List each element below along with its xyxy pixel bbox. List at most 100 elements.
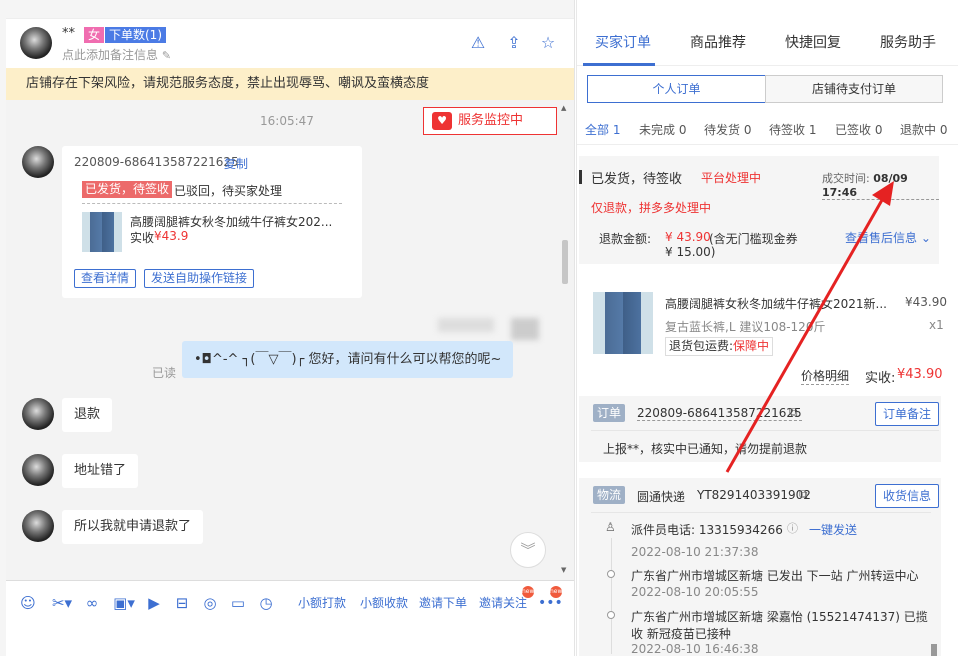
invite-order-link[interactable]: 邀请下单 (419, 594, 467, 611)
send-phone-link[interactable]: 一键发送 (809, 521, 857, 538)
folder-icon[interactable]: ▭ (228, 593, 248, 613)
paid-label: 实收: (865, 371, 896, 386)
status-note: 已驳回，待买家处理 (174, 184, 283, 198)
scroll-up-icon[interactable]: ▲ (561, 104, 566, 112)
link-icon[interactable]: ∞ (82, 593, 102, 613)
product-name: 高腰阔腿裤女秋冬加绒牛仔裤女2021新... (665, 297, 887, 311)
emoji-icon[interactable]: ☺ (18, 593, 38, 613)
deal-time-label: 成交时间: (822, 172, 874, 185)
order-panel: 买家订单 商品推荐 快捷回复 服务助手 个人订单 店铺待支付订单 全部 1 未完… (576, 0, 958, 656)
paid-value: ¥43.9 (154, 229, 189, 243)
small-collect-link[interactable]: 小额收款 (360, 594, 408, 611)
gender-tag: 女 (84, 27, 105, 43)
share-icon[interactable]: ⇪ (504, 33, 524, 53)
avatar[interactable] (22, 146, 54, 178)
scissors-icon[interactable]: ✂▾ (48, 593, 76, 613)
order-status: 已发货，待签收 (591, 172, 683, 187)
copy-link[interactable]: 复制 (224, 155, 248, 172)
chat-scrollbar[interactable]: ▲ ▼ (558, 104, 570, 576)
tab-product-recommend[interactable]: 商品推荐 (690, 18, 746, 66)
avatar[interactable] (22, 510, 54, 542)
price-detail-link[interactable]: 价格明细 (801, 367, 850, 385)
event-time: 2022-08-10 21:37:38 (631, 545, 759, 559)
product-box: 高腰阔腿裤女秋冬加绒牛仔裤女2021新... ¥43.90 复古蓝长裤,L 建议… (579, 278, 947, 390)
filter-to-ship[interactable]: 待发货 0 (704, 121, 751, 138)
avatar[interactable] (22, 454, 54, 486)
filter-signed[interactable]: 已签收 0 (835, 121, 882, 138)
status-marker (579, 170, 582, 184)
scroll-down-icon[interactable]: ︾ (510, 532, 546, 568)
courier-company: 圆通快递 (637, 490, 686, 504)
service-monitor-badge[interactable]: ♥ 服务监控中 (423, 107, 557, 135)
avatar[interactable] (22, 398, 54, 430)
order-count-tag: 下单数(1) (105, 27, 166, 43)
remark-input[interactable]: 点此添加备注信息 ✎ (62, 46, 171, 63)
heart-icon: ♥ (432, 112, 452, 130)
filter-unfinished[interactable]: 未完成 0 (639, 121, 686, 138)
chat-header: ** 女 下单数(1) 点此添加备注信息 ✎ ⚠ ⇪ ☆ (6, 18, 574, 68)
filter-all[interactable]: 全部 1 (585, 121, 620, 138)
pending-payment-button[interactable]: 店铺待支付订单 (765, 75, 943, 103)
paid-value: ¥43.90 (897, 367, 943, 382)
video-icon[interactable]: ▶ (144, 593, 164, 613)
view-detail-button[interactable]: 查看详情 (74, 269, 136, 288)
order-note: 上报**，核实中已通知，请勿提前退款 (603, 442, 808, 456)
event-text: 广东省广州市增城区新塘 梁嘉怡 (15521474137) 已揽 (631, 610, 928, 624)
tab-quick-reply[interactable]: 快捷回复 (785, 18, 841, 66)
event-text: 广东省广州市增城区新塘 已发出 下一站 广州转运中心 (631, 569, 919, 583)
star-icon[interactable]: ☆ (538, 33, 558, 53)
alert-icon[interactable]: ⚠ (468, 33, 488, 53)
scrollbar-thumb[interactable] (562, 240, 568, 284)
order-status-box: 已发货，待签收 平台处理中 成交时间: 08/09 17:46 仅退款，拼多多处… (579, 156, 939, 264)
tab-buyer-orders[interactable]: 买家订单 (595, 18, 651, 66)
incoming-message: 地址错了 (62, 454, 139, 488)
order-note-button[interactable]: 订单备注 (875, 402, 939, 426)
order-type-switch: 个人订单 店铺待支付订单 (587, 75, 944, 103)
small-payment-link[interactable]: 小额打款 (298, 594, 346, 611)
filter-to-sign[interactable]: 待签收 1 (769, 121, 816, 138)
paid-label: 实收 (130, 231, 155, 245)
refund-icon[interactable]: ◎ (200, 593, 220, 613)
send-link-button[interactable]: 发送自助操作链接 (144, 269, 254, 288)
after-sale-link[interactable]: 查看售后信息 ⌄ (845, 229, 931, 246)
clock-icon[interactable]: ◷ (256, 593, 276, 613)
timeline-line (611, 538, 612, 654)
divider (82, 203, 342, 204)
new-badge: new (522, 586, 534, 598)
courier-phone: 派件员电话: 13315934266 (631, 523, 783, 537)
blurred-area (511, 318, 539, 340)
filter-refunding[interactable]: 退款中 0 (900, 121, 947, 138)
logistics-tag: 物流 (593, 486, 626, 504)
invite-follow-link[interactable]: 邀请关注 (479, 594, 527, 611)
event-time: 2022-08-10 16:46:38 (631, 642, 759, 656)
read-status: 已读 (152, 366, 177, 380)
buyer-nickname: ** (62, 26, 75, 41)
copy-icon[interactable]: ⧉ (799, 487, 808, 502)
image-icon[interactable]: ▣▾ (110, 593, 138, 613)
tab-service-assistant[interactable]: 服务助手 (880, 18, 936, 66)
copy-icon[interactable]: ⧉ (789, 405, 798, 420)
scroll-down-arrow-icon[interactable]: ▼ (561, 566, 566, 574)
order-filters: 全部 1 未完成 0 待发货 0 待签收 1 已签收 0 退款中 0 (577, 113, 958, 145)
panel-scrollbar-thumb[interactable] (931, 644, 937, 656)
chevron-down-icon: ⌄ (920, 231, 931, 245)
order-info-box: 订单 220809-686413587221625 ⧉ 订单备注 上报**，核实… (579, 396, 941, 462)
return-shipping-value: 保障中 (733, 339, 770, 353)
product-qty: x1 (929, 318, 944, 332)
product-image (593, 292, 653, 354)
chat-messages: 16:05:47 ♥ 服务监控中 220809-686413587221625 … (6, 100, 574, 580)
coupon-icon[interactable]: ⊟ (172, 593, 192, 613)
divider (591, 512, 931, 513)
order-tag: 订单 (593, 404, 626, 422)
person-icon: ♙ (605, 520, 616, 534)
edit-icon: ✎ (161, 49, 172, 62)
message-time: 16:05:47 (260, 114, 314, 128)
product-thumbnail (82, 212, 122, 252)
shipping-info-button[interactable]: 收货信息 (875, 484, 939, 508)
outgoing-message: •◘^-^ ┐(￣▽￣)┌ 您好，请问有什么可以帮您的呢~ (182, 341, 514, 378)
deal-time: 成交时间: 08/09 17:46 (822, 170, 939, 200)
new-badge: new (550, 586, 562, 598)
order-number: 220809-686413587221625 (637, 406, 802, 421)
avatar[interactable] (20, 27, 52, 59)
personal-orders-button[interactable]: 个人订单 (587, 75, 766, 103)
